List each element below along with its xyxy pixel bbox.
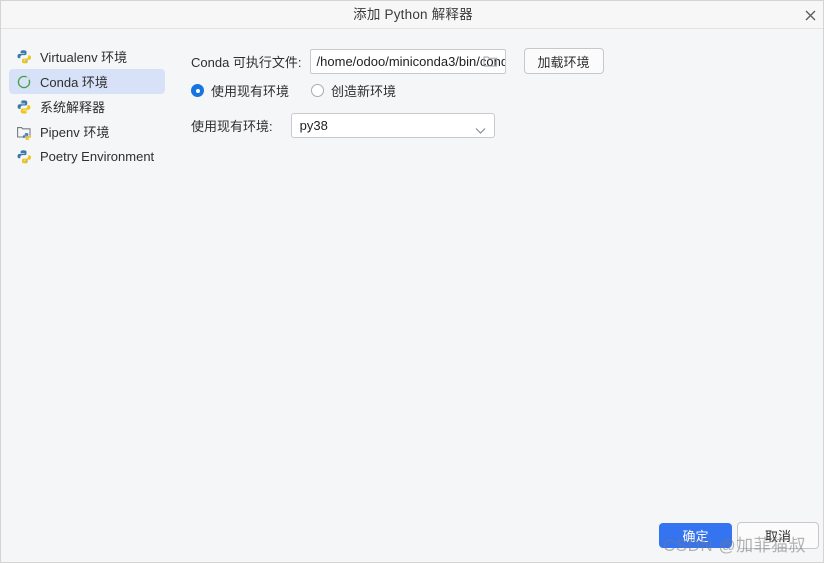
sidebar-item-system-interpreter[interactable]: 系统解释器 (9, 94, 165, 119)
conda-executable-input[interactable]: /home/odoo/miniconda3/bin/conda (309, 48, 506, 74)
close-icon[interactable] (800, 5, 820, 25)
python-poetry-icon (15, 148, 33, 166)
existing-environment-select[interactable]: py38 (290, 113, 495, 140)
python-virtualenv-icon (15, 48, 33, 66)
conda-executable-value: /home/odoo/miniconda3/bin/conda (316, 53, 505, 69)
radio-mark (311, 84, 325, 97)
sidebar-item-label: Virtualenv 环境 (40, 50, 128, 65)
radio-label: 创造新环境 (331, 84, 397, 99)
ok-button[interactable]: 确定 (659, 523, 732, 548)
folder-icon[interactable] (483, 54, 499, 70)
sidebar-item-pipenv[interactable]: Pipenv 环境 (9, 119, 165, 144)
sidebar-item-poetry[interactable]: Poetry Environment (9, 144, 165, 169)
folder-python-icon (15, 123, 33, 141)
dialog-footer: 确定 取消 (1, 518, 823, 562)
conda-executable-label: Conda 可执行文件: (191, 54, 302, 70)
sidebar-item-conda[interactable]: Conda 环境 (9, 69, 165, 94)
sidebar-item-label: Poetry Environment (40, 149, 155, 164)
existing-environment-row: 使用现有环境: py38 (191, 113, 495, 138)
radio-use-existing-environment[interactable]: 使用现有环境 (191, 81, 289, 100)
radio-create-new-environment[interactable]: 创造新环境 (311, 81, 396, 100)
chevron-down-icon (475, 122, 486, 140)
radio-mark-selected (191, 84, 204, 97)
conda-executable-row: Conda 可执行文件: /home/odoo/miniconda3/bin/c… (191, 48, 604, 74)
radio-label: 使用现有环境 (211, 84, 290, 99)
dialog-body: Virtualenv 环境 Conda 环境 系统解释器 Pipenv 环境 P… (1, 30, 823, 562)
environment-mode-radiogroup: 使用现有环境 创造新环境 (191, 81, 418, 100)
interpreter-type-sidebar: Virtualenv 环境 Conda 环境 系统解释器 Pipenv 环境 P… (1, 30, 177, 562)
sidebar-item-label: Conda 环境 (40, 75, 108, 90)
add-python-interpreter-dialog: 添加 Python 解释器 Virtualenv 环境 Conda 环境 系统解… (0, 0, 824, 563)
dialog-title: 添加 Python 解释器 (353, 7, 473, 22)
conda-circle-icon (15, 73, 33, 91)
conda-settings-panel: Conda 可执行文件: /home/odoo/miniconda3/bin/c… (177, 30, 823, 562)
python-icon (15, 98, 33, 116)
sidebar-item-label: 系统解释器 (40, 100, 106, 115)
existing-environment-value: py38 (299, 118, 328, 133)
existing-environment-label: 使用现有环境: (191, 119, 273, 134)
sidebar-item-virtualenv[interactable]: Virtualenv 环境 (9, 44, 165, 69)
load-environments-button[interactable]: 加载环境 (523, 48, 604, 74)
sidebar-item-label: Pipenv 环境 (40, 125, 110, 140)
dialog-titlebar: 添加 Python 解释器 (1, 1, 823, 29)
cancel-button[interactable]: 取消 (737, 522, 819, 549)
